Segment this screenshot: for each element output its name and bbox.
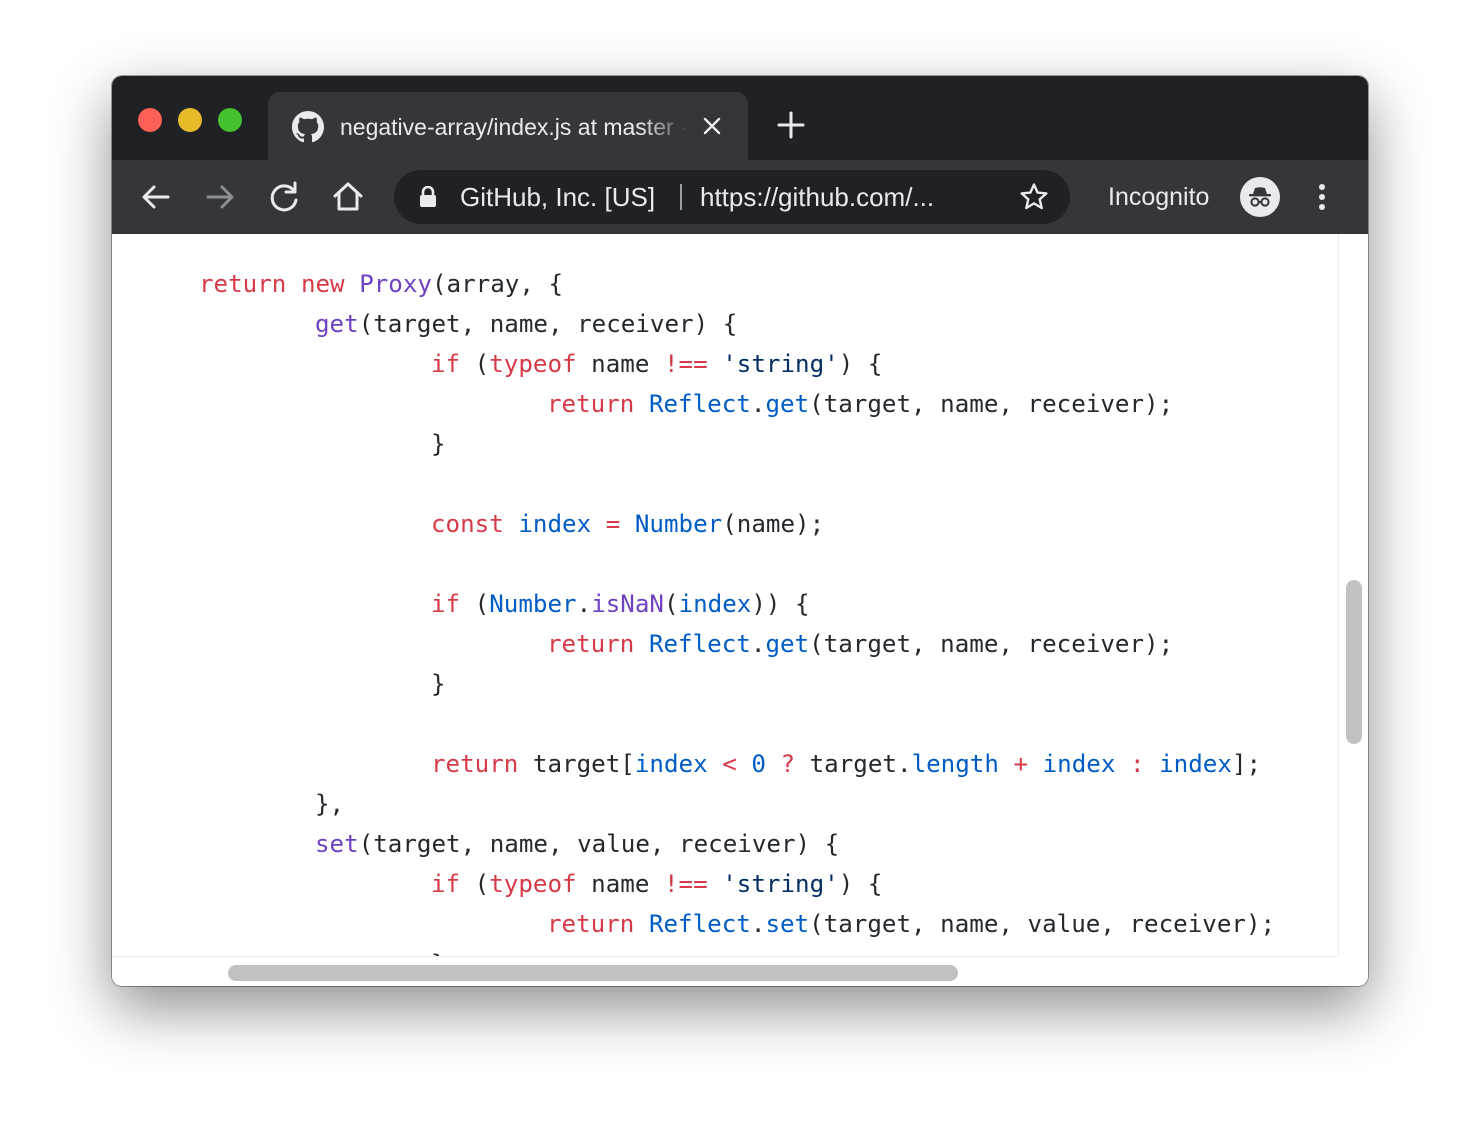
code-line: if (typeof name !== 'string') { <box>431 350 883 378</box>
vertical-scrollbar[interactable] <box>1338 234 1368 956</box>
code-line: }, <box>315 790 345 818</box>
incognito-label[interactable]: Incognito <box>1108 180 1209 214</box>
reload-icon[interactable] <box>266 179 302 215</box>
url-text[interactable]: https://github.com/... <box>700 182 990 212</box>
forward-icon[interactable] <box>202 179 238 215</box>
menu-icon[interactable] <box>1310 179 1334 215</box>
vertical-scroll-thumb[interactable] <box>1346 580 1362 744</box>
address-bar[interactable]: GitHub, Inc. [US] https://github.com/... <box>394 170 1070 224</box>
back-icon[interactable] <box>138 179 174 215</box>
code-line: return Reflect.get(target, name, receive… <box>547 390 1174 418</box>
code-line: } <box>431 430 446 458</box>
code-line: } <box>431 670 446 698</box>
window-maximize-button[interactable] <box>218 108 242 132</box>
code-line: get(target, name, receiver) { <box>315 310 738 338</box>
bookmark-star-icon[interactable] <box>1018 181 1050 213</box>
code-line: set(target, name, value, receiver) { <box>315 830 840 858</box>
home-icon[interactable] <box>330 179 366 215</box>
title-bar: negative-array/index.js at master · sind… <box>112 76 1368 160</box>
tab-title: negative-array/index.js at master · sind… <box>340 114 690 140</box>
github-icon <box>292 111 324 143</box>
lock-icon[interactable] <box>418 186 438 208</box>
tab-github-index-js[interactable]: negative-array/index.js at master · sind… <box>268 92 748 160</box>
horizontal-scroll-thumb[interactable] <box>228 965 958 981</box>
code-line: return new Proxy(array, { <box>199 270 564 298</box>
code-line: if (typeof name !== 'string') { <box>431 870 883 898</box>
scrollbar-corner <box>1338 956 1368 986</box>
horizontal-scrollbar[interactable] <box>112 956 1338 986</box>
new-tab-plus-icon[interactable] <box>776 110 806 140</box>
url-divider <box>680 184 682 210</box>
window-minimize-button[interactable] <box>178 108 202 132</box>
code-view: return new Proxy(array, { get(target, nam… <box>112 234 1338 956</box>
code-line: return Reflect.set(target, name, value, … <box>547 910 1276 938</box>
code-line: return target[index < 0 ? target.length … <box>431 750 1262 778</box>
code-line: return Reflect.get(target, name, receive… <box>547 630 1174 658</box>
incognito-icon[interactable] <box>1240 177 1280 217</box>
tab-close-icon[interactable] <box>700 114 724 138</box>
site-identity: GitHub, Inc. [US] <box>460 182 656 212</box>
browser-toolbar: GitHub, Inc. [US] https://github.com/...… <box>112 160 1368 234</box>
browser-window: negative-array/index.js at master · sind… <box>112 76 1368 986</box>
code-line: const index = Number(name); <box>431 510 825 538</box>
code-line: } <box>431 944 446 956</box>
code-line: if (Number.isNaN(index)) { <box>431 590 810 618</box>
window-close-button[interactable] <box>138 108 162 132</box>
